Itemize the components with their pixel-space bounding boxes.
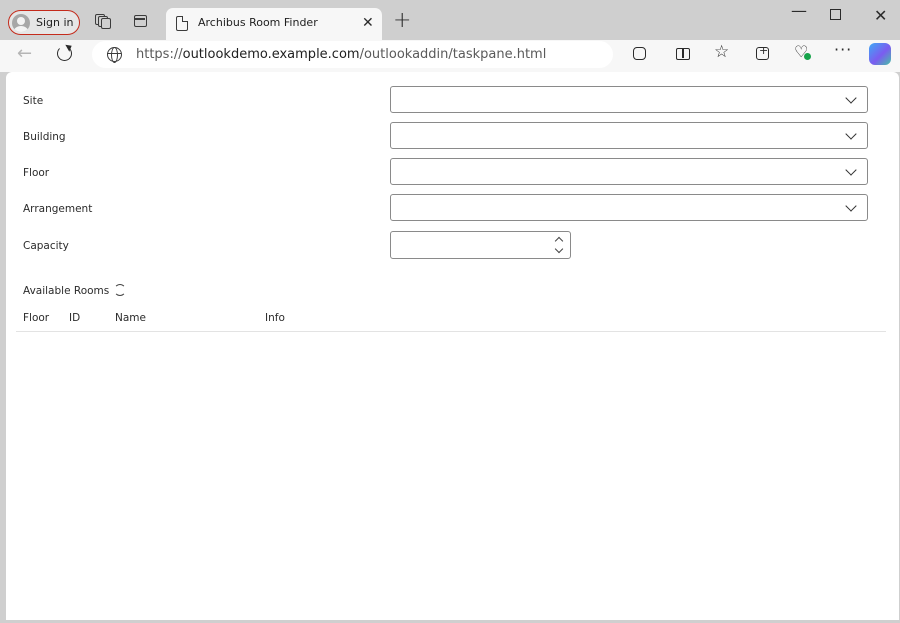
url-text: https://outlookdemo.example.com/outlooka…: [136, 47, 547, 62]
capacity-spinbutton[interactable]: [390, 231, 571, 259]
sign-in-label: Sign in: [36, 16, 74, 29]
extensions-icon[interactable]: [631, 45, 649, 63]
column-header-floor[interactable]: Floor: [23, 312, 49, 324]
chevron-down-icon: [845, 164, 857, 176]
chevron-down-icon: [845, 128, 857, 140]
close-window-button[interactable]: ✕: [874, 6, 887, 25]
browser-tab-strip: Sign in Archibus Room Finder ✕ + — ✕: [0, 0, 900, 40]
chevron-down-icon: [845, 92, 857, 104]
building-label: Building: [23, 131, 66, 143]
tab-close-icon[interactable]: ✕: [362, 15, 374, 31]
column-header-info[interactable]: Info: [265, 312, 285, 324]
column-header-name[interactable]: Name: [115, 312, 146, 324]
table-header-divider: [16, 331, 886, 332]
tab-title: Archibus Room Finder: [198, 16, 318, 29]
sign-in-button[interactable]: Sign in: [8, 10, 80, 35]
collections-icon[interactable]: [754, 44, 772, 63]
floor-dropdown[interactable]: [390, 158, 868, 185]
favorites-icon[interactable]: ☆: [714, 42, 732, 62]
minimize-button[interactable]: —: [791, 1, 807, 20]
back-arrow-icon[interactable]: ←: [17, 43, 32, 64]
workspaces-icon[interactable]: [94, 12, 112, 30]
arrangement-dropdown[interactable]: [390, 194, 868, 221]
maximize-button[interactable]: [830, 6, 841, 20]
globe-icon: [107, 47, 122, 63]
copilot-icon[interactable]: [869, 43, 891, 65]
browser-essentials-icon[interactable]: ♡: [794, 42, 812, 61]
column-header-id[interactable]: ID: [69, 312, 80, 324]
refresh-rooms-icon[interactable]: [114, 284, 126, 296]
address-bar[interactable]: https://outlookdemo.example.com/outlooka…: [92, 41, 613, 68]
site-label: Site: [23, 95, 44, 107]
available-rooms-title: Available Rooms: [23, 285, 110, 297]
site-dropdown[interactable]: [390, 86, 868, 113]
profile-avatar-icon: [12, 13, 30, 32]
arrangement-label: Arrangement: [23, 203, 93, 215]
more-options-icon[interactable]: ···: [834, 40, 852, 59]
split-screen-icon[interactable]: [674, 45, 692, 63]
refresh-icon[interactable]: [56, 45, 74, 63]
building-dropdown[interactable]: [390, 122, 868, 149]
chevron-down-icon: [845, 200, 857, 212]
maximize-icon: [830, 9, 841, 20]
capacity-label: Capacity: [23, 240, 69, 252]
new-tab-button[interactable]: +: [393, 8, 411, 33]
active-tab[interactable]: Archibus Room Finder ✕: [166, 8, 382, 40]
floor-label: Floor: [23, 167, 50, 179]
browser-toolbar: ← https://outlookdemo.example.com/outloo…: [0, 40, 900, 72]
page-icon: [176, 16, 188, 31]
tab-actions-icon[interactable]: [132, 12, 150, 30]
decrement-chevron-icon[interactable]: [554, 244, 564, 254]
taskpane-content: Site Building Floor Arrangement Capacity…: [6, 72, 899, 620]
